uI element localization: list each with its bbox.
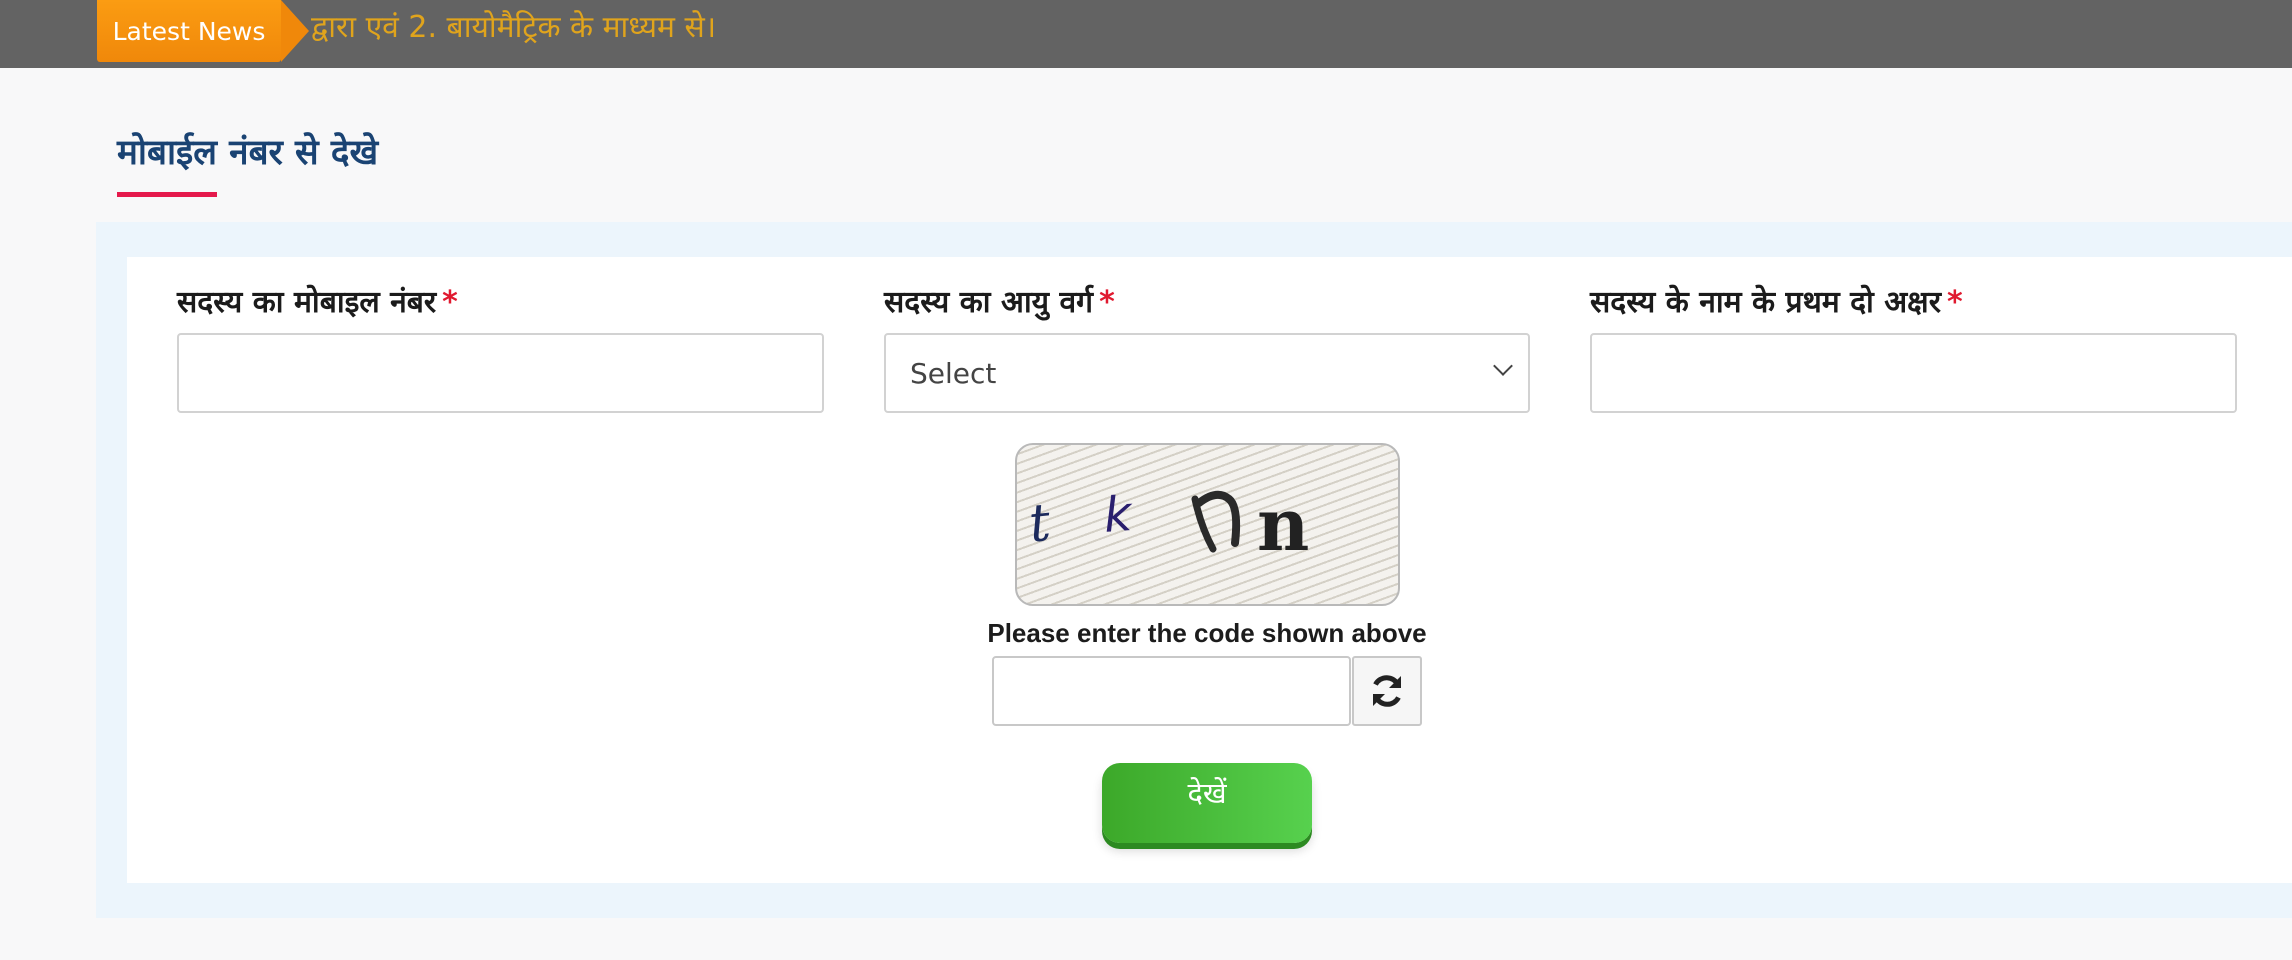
name-initials-label-text: सदस्य के नाम के प्रथम दो अक्षर xyxy=(1590,285,1941,320)
mobile-number-label-text: सदस्य का मोबाइल नंबर xyxy=(177,285,437,320)
age-group-label-text: सदस्य का आयु वर्ग xyxy=(884,285,1094,320)
latest-news-badge: Latest News xyxy=(97,0,281,62)
captcha-refresh-button[interactable] xyxy=(1352,656,1422,726)
name-initials-label: सदस्य के नाम के प्रथम दो अक्षर * xyxy=(1590,280,1963,321)
required-mark: * xyxy=(1946,285,1963,320)
news-ticker-text[interactable]: द्वारा एवं 2. बायोमैट्रिक के माध्यम से। xyxy=(311,6,716,50)
svg-text:k: k xyxy=(1102,486,1136,544)
chevron-down-icon xyxy=(1493,356,1513,376)
badge-arrow xyxy=(281,0,309,62)
age-group-select[interactable]: Select xyxy=(884,333,1530,413)
captcha-image: t k n xyxy=(1015,443,1400,606)
page-title: मोबाईल नंबर से देखे xyxy=(117,133,379,173)
age-group-selected-value: Select xyxy=(910,356,997,390)
required-mark: * xyxy=(1099,285,1115,320)
latest-news-bar: Latest News द्वारा एवं 2. बायोमैट्रिक के… xyxy=(0,0,2292,68)
captcha-glyphs: t k n xyxy=(1026,482,1309,567)
mobile-number-label: सदस्य का मोबाइल नंबर * xyxy=(177,280,458,321)
captcha-input[interactable] xyxy=(992,656,1351,726)
captcha-caption: Please enter the code shown above xyxy=(987,618,1427,648)
required-mark: * xyxy=(442,285,458,320)
mobile-number-input[interactable] xyxy=(177,333,824,413)
title-underline xyxy=(117,192,217,197)
name-initials-input[interactable] xyxy=(1590,333,2237,413)
svg-text:t: t xyxy=(1026,493,1053,555)
age-group-label: सदस्य का आयु वर्ग * xyxy=(884,280,1115,321)
svg-text:n: n xyxy=(1257,482,1309,567)
refresh-icon xyxy=(1373,675,1401,707)
view-submit-button[interactable]: देखें xyxy=(1102,763,1312,843)
